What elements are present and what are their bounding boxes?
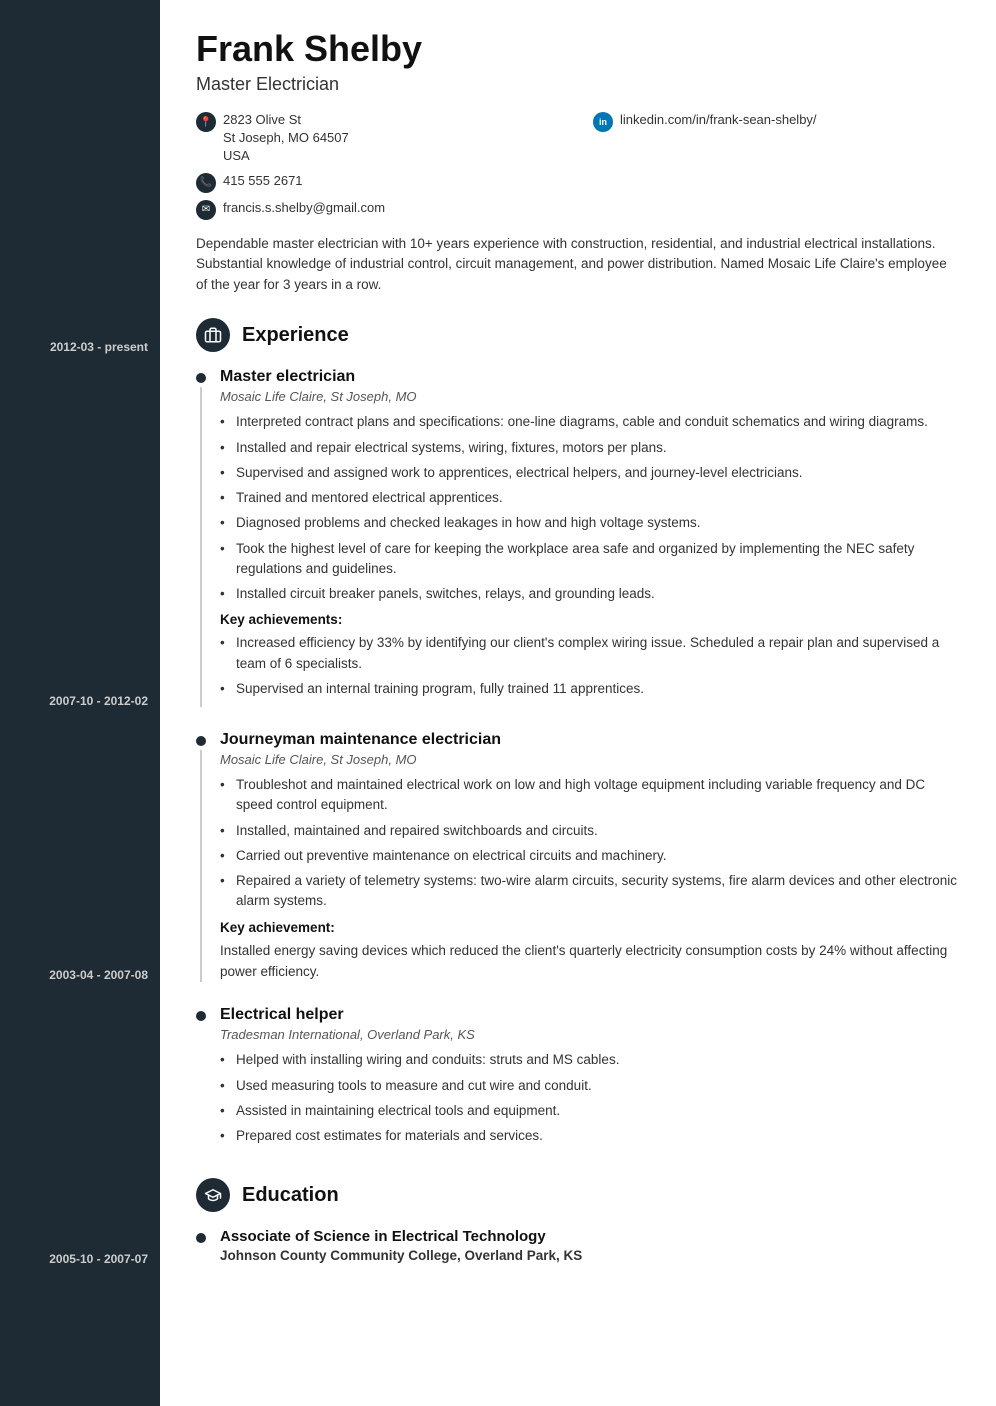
briefcase-icon <box>196 318 230 352</box>
sidebar-date-exp-1: 2012-03 - present <box>0 320 160 374</box>
exp-line-3 <box>200 1025 202 1154</box>
key-achievement-para-2: Installed energy saving devices which re… <box>220 941 960 983</box>
main-content: Frank Shelby Master Electrician 📍 2823 O… <box>160 0 996 1406</box>
experience-section-header: Experience <box>196 318 960 352</box>
sidebar: 2012-03 - present 2007-10 - 2012-02 2003… <box>0 0 160 1406</box>
edu-dot-col-1 <box>196 1228 206 1263</box>
bullet-3-4: Prepared cost estimates for materials an… <box>220 1126 960 1146</box>
linkedin-url: linkedin.com/in/frank-sean-shelby/ <box>620 111 817 129</box>
graduation-icon <box>196 1178 230 1212</box>
edu-content-1: Associate of Science in Electrical Techn… <box>220 1228 960 1263</box>
bullet-3-2: Used measuring tools to measure and cut … <box>220 1076 960 1096</box>
bullet-3-1: Helped with installing wiring and condui… <box>220 1050 960 1070</box>
bullet-2-1: Troubleshot and maintained electrical wo… <box>220 775 960 816</box>
sidebar-date-exp-2: 2007-10 - 2012-02 <box>0 674 160 728</box>
bullet-1-5: Diagnosed problems and checked leakages … <box>220 513 960 533</box>
summary-text: Dependable master electrician with 10+ y… <box>196 234 960 297</box>
exp-company-1: Mosaic Life Claire, St Joseph, MO <box>220 389 960 404</box>
sidebar-dates: 2012-03 - present 2007-10 - 2012-02 2003… <box>0 0 160 1286</box>
bullet-3-3: Assisted in maintaining electrical tools… <box>220 1101 960 1121</box>
exp-dot-2 <box>196 736 206 746</box>
bullet-2-3: Carried out preventive maintenance on el… <box>220 846 960 866</box>
exp-key-bullets-1: Increased efficiency by 33% by identifyi… <box>220 633 960 699</box>
email-icon: ✉ <box>196 200 216 220</box>
key-bullet-1-1: Increased efficiency by 33% by identifyi… <box>220 633 960 674</box>
key-achievements-label-2: Key achievement: <box>220 920 960 935</box>
edu-dot-1 <box>196 1233 206 1243</box>
contact-address: 📍 2823 Olive St St Joseph, MO 64507 USA … <box>196 111 563 222</box>
key-achievements-label-1: Key achievements: <box>220 612 960 627</box>
bullet-1-6: Took the highest level of care for keepi… <box>220 539 960 580</box>
exp-item-2: Journeyman maintenance electrician Mosai… <box>196 731 960 982</box>
exp-bullets-1: Interpreted contract plans and specifica… <box>220 412 960 604</box>
exp-content-1: Master electrician Mosaic Life Claire, S… <box>220 368 960 707</box>
candidate-title: Master Electrician <box>196 74 960 95</box>
exp-dot-col-2 <box>196 731 206 982</box>
sidebar-date-edu-1: 2005-10 - 2007-07 <box>0 1232 160 1286</box>
exp-company-3: Tradesman International, Overland Park, … <box>220 1027 960 1042</box>
phone-number: 415 555 2671 <box>223 172 303 190</box>
exp-company-2: Mosaic Life Claire, St Joseph, MO <box>220 752 960 767</box>
exp-job-title-3: Electrical helper <box>220 1006 960 1024</box>
exp-bullets-3: Helped with installing wiring and condui… <box>220 1050 960 1146</box>
contact-grid: 📍 2823 Olive St St Joseph, MO 64507 USA … <box>196 111 960 222</box>
exp-bullets-2: Troubleshot and maintained electrical wo… <box>220 775 960 912</box>
edu-school-1: Johnson County Community College, Overla… <box>220 1248 960 1263</box>
exp-dot-col-3 <box>196 1006 206 1154</box>
address-line3: USA <box>223 147 349 165</box>
edu-item-1: Associate of Science in Electrical Techn… <box>196 1228 960 1263</box>
sidebar-date-exp-3: 2003-04 - 2007-08 <box>0 948 160 1002</box>
address-line2: St Joseph, MO 64507 <box>223 129 349 147</box>
exp-item-3: Electrical helper Tradesman Internationa… <box>196 1006 960 1154</box>
address-line1: 2823 Olive St <box>223 111 349 129</box>
phone-icon: 📞 <box>196 173 216 193</box>
exp-line-2 <box>200 750 202 982</box>
location-icon: 📍 <box>196 112 216 132</box>
education-section-header: Education <box>196 1178 960 1212</box>
exp-content-3: Electrical helper Tradesman Internationa… <box>220 1006 960 1154</box>
bullet-1-2: Installed and repair electrical systems,… <box>220 438 960 458</box>
exp-line-1 <box>200 387 202 707</box>
bullet-1-7: Installed circuit breaker panels, switch… <box>220 584 960 604</box>
edu-degree-1: Associate of Science in Electrical Techn… <box>220 1228 960 1245</box>
exp-content-2: Journeyman maintenance electrician Mosai… <box>220 731 960 982</box>
contact-linkedin: in linkedin.com/in/frank-sean-shelby/ <box>593 111 960 222</box>
education-section-title: Education <box>242 1184 339 1207</box>
bullet-1-3: Supervised and assigned work to apprenti… <box>220 463 960 483</box>
bullet-2-2: Installed, maintained and repaired switc… <box>220 821 960 841</box>
email-address: francis.s.shelby@gmail.com <box>223 199 385 217</box>
key-bullet-1-2: Supervised an internal training program,… <box>220 679 960 699</box>
exp-job-title-1: Master electrician <box>220 368 960 386</box>
exp-job-title-2: Journeyman maintenance electrician <box>220 731 960 749</box>
bullet-1-4: Trained and mentored electrical apprenti… <box>220 488 960 508</box>
linkedin-icon: in <box>593 112 613 132</box>
candidate-name: Frank Shelby <box>196 28 960 70</box>
bullet-2-4: Repaired a variety of telemetry systems:… <box>220 871 960 912</box>
experience-section-title: Experience <box>242 324 349 347</box>
exp-dot-3 <box>196 1011 206 1021</box>
exp-item-1: Master electrician Mosaic Life Claire, S… <box>196 368 960 707</box>
bullet-1-1: Interpreted contract plans and specifica… <box>220 412 960 432</box>
exp-dot-col-1 <box>196 368 206 707</box>
exp-dot-1 <box>196 373 206 383</box>
